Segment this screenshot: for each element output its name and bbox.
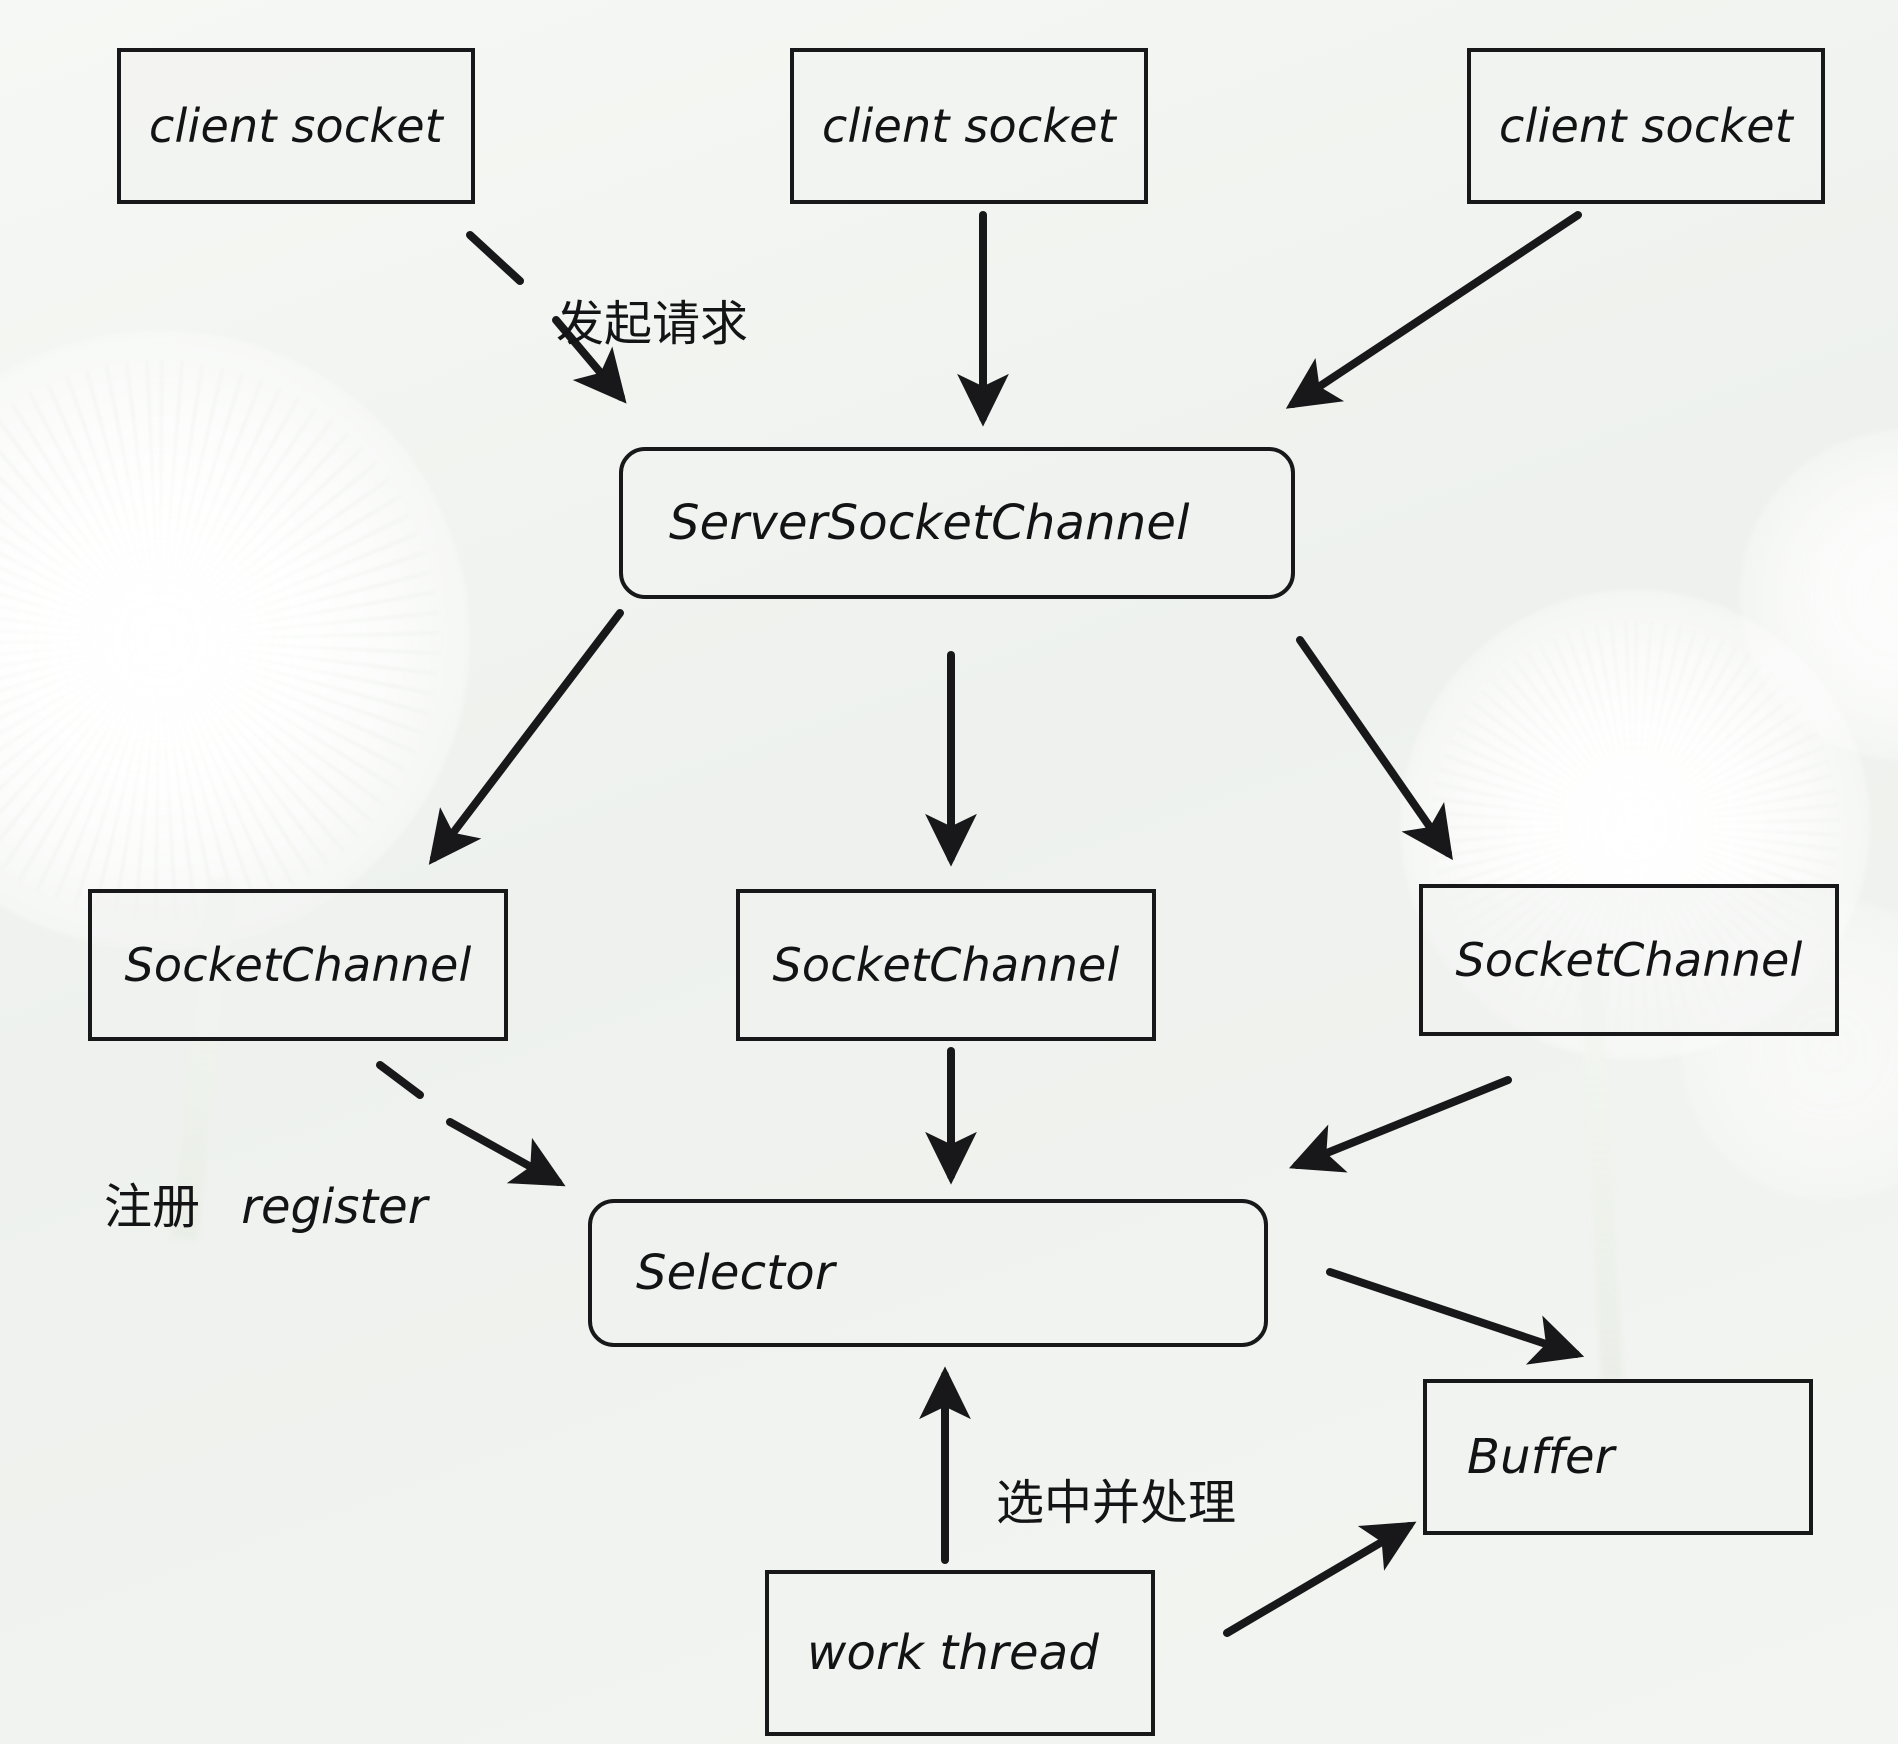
- arrow-client3-to-serversocketchannel: [1285, 211, 1582, 409]
- arrow-workthread-to-buffer: [1223, 1521, 1417, 1637]
- edge-label-text: 发起请求: [556, 296, 749, 352]
- arrow-selector-to-buffer: [1326, 1268, 1585, 1365]
- node-label: SocketChannel: [1455, 933, 1803, 987]
- edge-label-text: 选中并处理: [996, 1475, 1237, 1531]
- node-label: ServerSocketChannel: [669, 495, 1190, 551]
- diagram-canvas: client socket client socket client socke…: [0, 0, 1898, 1744]
- node-client-socket-3[interactable]: client socket: [1467, 48, 1825, 204]
- dandelion-rays-left: [0, 360, 440, 920]
- node-socketchannel-2[interactable]: SocketChannel: [736, 889, 1156, 1041]
- dandelion-puff-left: [0, 330, 470, 950]
- node-work-thread[interactable]: work thread: [765, 1570, 1155, 1736]
- node-socketchannel-3[interactable]: SocketChannel: [1419, 884, 1839, 1036]
- node-client-socket-1[interactable]: client socket: [117, 48, 475, 204]
- node-label: Selector: [636, 1245, 835, 1301]
- node-serversocketchannel[interactable]: ServerSocketChannel: [619, 447, 1295, 599]
- arrow-socketchannel3-to-selector: [1288, 1076, 1512, 1173]
- node-socketchannel-1[interactable]: SocketChannel: [88, 889, 508, 1041]
- node-label: SocketChannel: [124, 938, 472, 992]
- edge-label-initiate-request: 发起请求: [556, 284, 748, 354]
- node-label: work thread: [807, 1625, 1100, 1681]
- arrow-serversocketchannel-to-socketchannel3: [1296, 636, 1453, 861]
- node-label: client socket: [822, 99, 1116, 153]
- node-buffer[interactable]: Buffer: [1423, 1379, 1813, 1535]
- edge-label-register: 注册 register: [104, 1167, 427, 1237]
- arrow-serversocketchannel-to-socketchannel1: [428, 609, 624, 865]
- node-selector[interactable]: Selector: [588, 1199, 1268, 1347]
- node-label: client socket: [149, 99, 443, 153]
- edge-label-text-cn: 注册: [104, 1179, 201, 1235]
- node-client-socket-2[interactable]: client socket: [790, 48, 1148, 204]
- edge-label-text-en: register: [241, 1179, 428, 1235]
- edge-label-select-and-process: 选中并处理: [996, 1463, 1236, 1533]
- node-label: Buffer: [1467, 1429, 1615, 1485]
- node-label: SocketChannel: [772, 938, 1120, 992]
- node-label: client socket: [1499, 99, 1793, 153]
- dandelion-puff-topright: [1740, 430, 1898, 760]
- arrow-socketchannel1-to-selector: [376, 1061, 566, 1187]
